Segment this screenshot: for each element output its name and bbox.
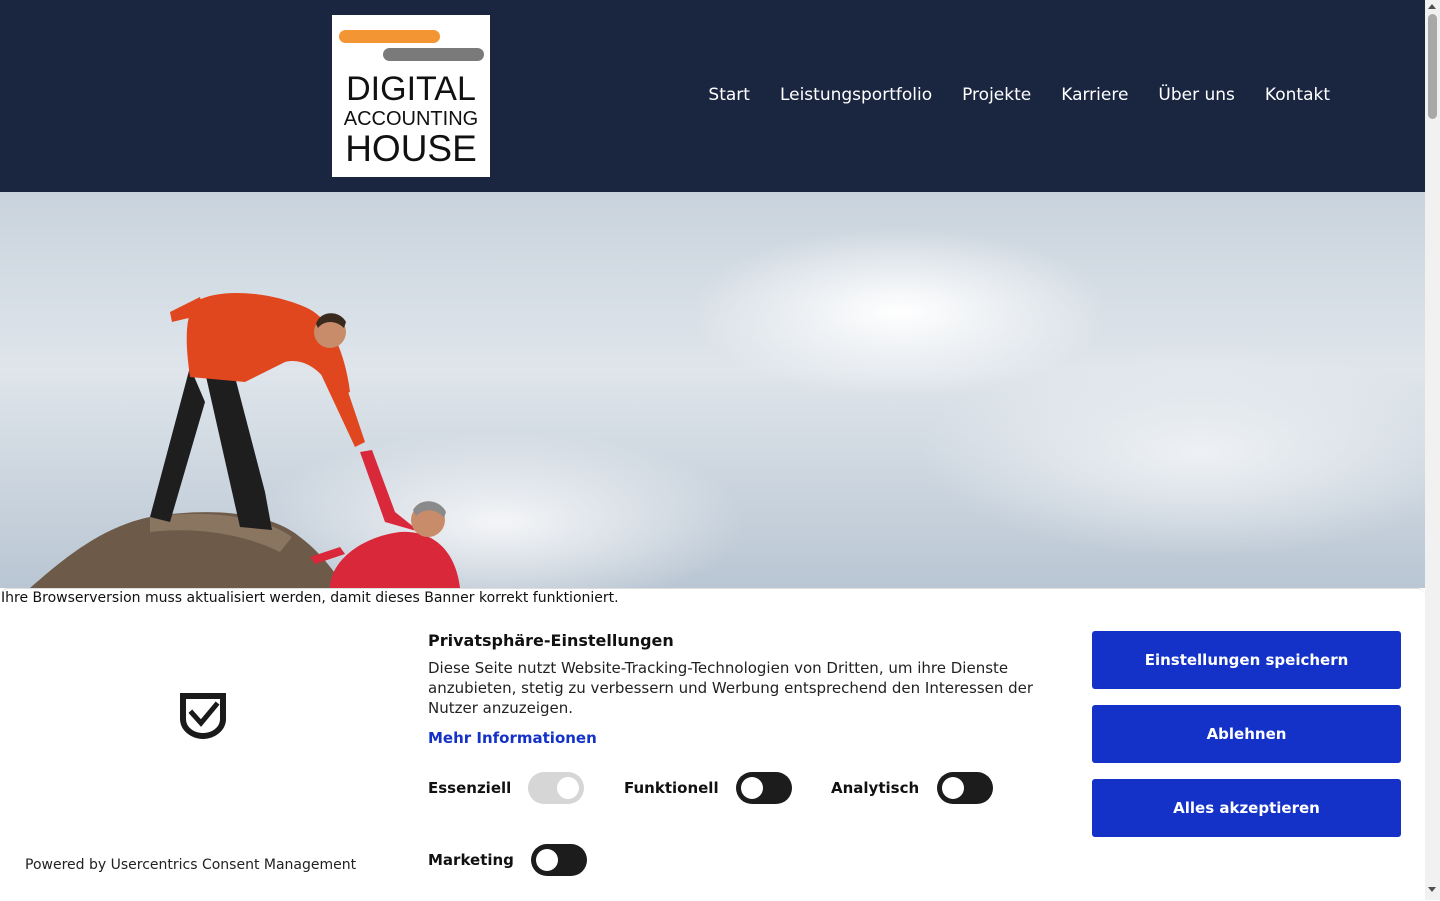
toggle-label-funktionell: Funktionell bbox=[624, 779, 719, 797]
page-scrollbar[interactable] bbox=[1425, 0, 1440, 900]
nav-kontakt[interactable]: Kontakt bbox=[1265, 84, 1330, 106]
browser-warning: Ihre Browserversion muss aktualisiert we… bbox=[1, 590, 619, 606]
logo-text-house: HOUSE bbox=[345, 128, 477, 169]
company-logo[interactable]: DIGITAL ACCOUNTING HOUSE bbox=[332, 15, 490, 177]
toggle-funktionell[interactable] bbox=[736, 772, 792, 804]
scroll-up-arrow-icon[interactable] bbox=[1428, 4, 1436, 9]
logo-text-digital: DIGITAL bbox=[346, 70, 476, 108]
consent-description: Diese Seite nutzt Website-Tracking-Techn… bbox=[428, 659, 1034, 717]
toggle-label-essenziell: Essenziell bbox=[428, 779, 512, 797]
save-settings-button[interactable]: Einstellungen speichern bbox=[1092, 631, 1401, 689]
site-header: DIGITAL ACCOUNTING HOUSE Start Leistungs… bbox=[0, 0, 1425, 192]
logo-gray-bar bbox=[383, 48, 484, 61]
toggle-knob bbox=[536, 849, 558, 871]
powered-by-text[interactable]: Powered by Usercentrics Consent Manageme… bbox=[25, 856, 356, 874]
toggle-analytisch[interactable] bbox=[937, 772, 993, 804]
nav-start[interactable]: Start bbox=[708, 84, 750, 106]
decline-button[interactable]: Ablehnen bbox=[1092, 705, 1401, 763]
more-info-link[interactable]: Mehr Informationen bbox=[428, 728, 597, 748]
hero-image bbox=[0, 192, 1425, 588]
consent-banner: Ihre Browserversion muss aktualisiert we… bbox=[0, 588, 1425, 901]
logo-orange-bar bbox=[339, 30, 440, 43]
scroll-down-arrow-icon[interactable] bbox=[1428, 887, 1436, 892]
toggle-label-marketing: Marketing bbox=[428, 851, 514, 869]
toggle-label-analytisch: Analytisch bbox=[831, 779, 920, 797]
toggle-marketing[interactable] bbox=[531, 844, 587, 876]
consent-title: Privatsphäre-Einstellungen bbox=[428, 631, 674, 650]
nav-leistungsportfolio[interactable]: Leistungsportfolio bbox=[780, 84, 932, 106]
toggle-essenziell bbox=[528, 772, 584, 804]
logo-text-accounting: ACCOUNTING bbox=[343, 108, 479, 130]
accept-all-button[interactable]: Alles akzeptieren bbox=[1092, 779, 1401, 837]
main-nav: Start Leistungsportfolio Projekte Karrie… bbox=[708, 84, 1330, 106]
nav-ueber-uns[interactable]: Über uns bbox=[1158, 84, 1235, 106]
nav-projekte[interactable]: Projekte bbox=[962, 84, 1031, 106]
shield-check-icon bbox=[180, 693, 226, 739]
scrollbar-thumb[interactable] bbox=[1428, 14, 1437, 119]
toggle-knob bbox=[942, 777, 964, 799]
toggle-knob bbox=[741, 777, 763, 799]
nav-karriere[interactable]: Karriere bbox=[1061, 84, 1128, 106]
toggle-knob bbox=[557, 777, 579, 799]
hero-climbers-illustration bbox=[30, 292, 460, 588]
